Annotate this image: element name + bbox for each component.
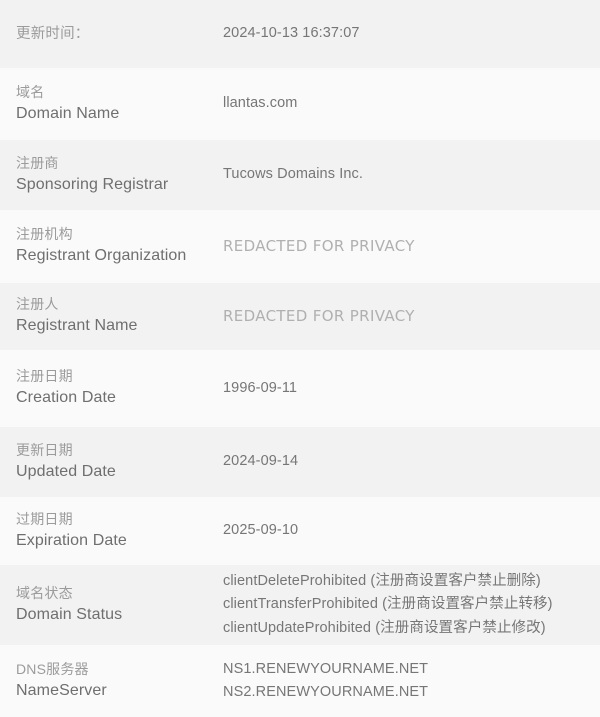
row-value: 2024-10-13 16:37:07 <box>223 22 600 45</box>
row-label: 更新日期 Updated Date <box>0 441 223 484</box>
row-label-en: Creation Date <box>16 389 117 407</box>
row-label-cn: 注册人 <box>16 296 59 313</box>
row-value-line: Tucows Domains Inc. <box>223 166 363 183</box>
row-label-cn: 过期日期 <box>16 510 73 527</box>
row-value: 1996-09-11 <box>223 377 600 400</box>
table-row: 域名 Domain Name llantas.com <box>0 68 600 140</box>
row-label: 注册日期 Creation Date <box>0 367 223 410</box>
row-label-cn: 域名状态 <box>16 584 73 601</box>
row-label-en: Domain Status <box>16 605 123 623</box>
row-value-line: 2024-09-14 <box>223 453 299 470</box>
row-label-en: Expiration Date <box>16 531 127 549</box>
row-label: 过期日期 Expiration Date <box>0 510 223 553</box>
table-row: 域名状态 Domain Status clientDeleteProhibited … <box>0 565 600 645</box>
row-label: 注册人 Registrant Name <box>0 295 223 338</box>
row-value: 2024-09-14 <box>223 450 600 473</box>
row-value: Tucows Domains Inc. <box>223 163 600 186</box>
row-value: NS1.RENEWYOURNAME.NET NS2.RENEWYOURNAME.N… <box>223 658 600 705</box>
row-label-cn: DNS服务器 <box>16 660 89 677</box>
row-label-cn: 域名 <box>16 83 45 100</box>
row-label-cn: 注册机构 <box>16 226 73 243</box>
table-row: 更新时间： 2024-10-13 16:37:07 <box>0 0 600 68</box>
row-label: 注册机构 Registrant Organization <box>0 225 223 268</box>
row-label-en: Sponsoring Registrar <box>16 175 169 193</box>
row-label: 域名 Domain Name <box>0 83 223 126</box>
row-label: DNS服务器 NameServer <box>0 660 223 703</box>
row-label-en: Registrant Name <box>16 317 138 335</box>
table-row: 注册人 Registrant Name REDACTED FOR PRIVACY <box>0 283 600 350</box>
row-value-line: NS1.RENEWYOURNAME.NET <box>223 660 429 677</box>
row-label-cn: 更新时间： <box>16 25 90 42</box>
row-value-line: REDACTED FOR PRIVACY <box>223 307 415 326</box>
row-label: 更新时间： <box>0 24 223 45</box>
row-value-line: REDACTED FOR PRIVACY <box>223 237 415 256</box>
row-label: 注册商 Sponsoring Registrar <box>0 154 223 197</box>
row-value: clientDeleteProhibited (注册商设置客户禁止删除) clie… <box>223 570 600 640</box>
row-value-line: NS2.RENEWYOURNAME.NET <box>223 684 429 700</box>
row-label-en: Domain Name <box>16 104 120 122</box>
row-value-line: clientTransferProhibited (注册商设置客户禁止转移) <box>223 596 553 613</box>
row-label-cn: 注册日期 <box>16 368 73 385</box>
table-row: DNS服务器 NameServer NS1.RENEWYOURNAME.NET NS2… <box>0 645 600 717</box>
row-value-line: 1996-09-11 <box>223 379 298 396</box>
row-label-en: Registrant Organization <box>16 247 187 265</box>
row-label: 域名状态 Domain Status <box>0 584 223 627</box>
row-value-line: llantas.com <box>223 95 298 112</box>
row-label-en: Updated Date <box>16 462 116 480</box>
row-value-line: 2025-09-10 <box>223 522 299 539</box>
whois-info-table: 更新时间： 2024-10-13 16:37:07 域名 Domain Name lla… <box>0 0 600 717</box>
row-value-redacted: REDACTED FOR PRIVACY <box>223 234 600 258</box>
row-value-line: clientUpdateProhibited (注册商设置客户禁止修改) <box>223 619 546 636</box>
row-label-en: NameServer <box>16 681 107 699</box>
table-row: 注册机构 Registrant Organization REDACTED FOR … <box>0 210 600 283</box>
table-row: 更新日期 Updated Date 2024-09-14 <box>0 427 600 497</box>
row-value-line: 2024-10-13 16:37:07 <box>223 25 360 42</box>
row-value-redacted: REDACTED FOR PRIVACY <box>223 304 600 328</box>
row-value-line: clientDeleteProhibited (注册商设置客户禁止删除) <box>223 572 541 589</box>
table-row: 注册商 Sponsoring Registrar Tucows Domains In… <box>0 140 600 210</box>
table-row: 注册日期 Creation Date 1996-09-11 <box>0 350 600 427</box>
row-label-cn: 更新日期 <box>16 441 73 458</box>
row-value: 2025-09-10 <box>223 519 600 542</box>
row-value: llantas.com <box>223 92 600 115</box>
table-row: 过期日期 Expiration Date 2025-09-10 <box>0 497 600 565</box>
row-label-cn: 注册商 <box>16 154 59 171</box>
